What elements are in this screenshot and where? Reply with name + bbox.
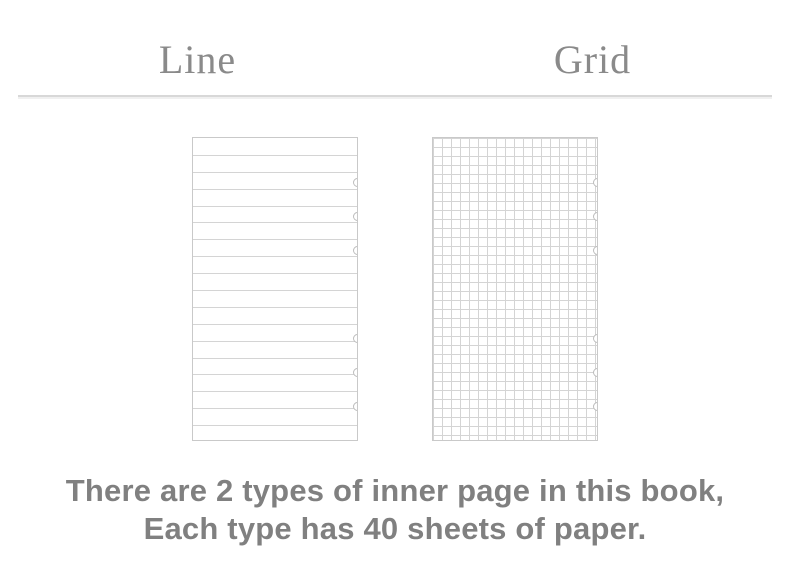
rule-line: [193, 391, 357, 392]
binder-hole-icon: [353, 334, 358, 343]
rule-line: [193, 358, 357, 359]
product-info-card: Line Grid There are 2 types of inner pag…: [0, 0, 790, 576]
caption-line-2: Each type has 40 sheets of paper.: [144, 511, 647, 546]
binder-hole-icon: [353, 246, 358, 255]
binder-hole-icon: [353, 368, 358, 377]
binder-hole-icon: [593, 402, 598, 411]
rule-line: [193, 307, 357, 308]
rule-line: [193, 273, 357, 274]
caption-line-1: There are 2 types of inner page in this …: [66, 473, 724, 508]
binder-hole-icon: [593, 246, 598, 255]
binder-hole-icon: [353, 402, 358, 411]
rule-line: [193, 206, 357, 207]
header-grid: Grid: [395, 36, 790, 83]
rule-line: [193, 425, 357, 426]
rule-line: [193, 189, 357, 190]
divider: [18, 95, 772, 99]
binder-hole-icon: [353, 212, 358, 221]
rule-line: [193, 341, 357, 342]
rule-line: [193, 222, 357, 223]
binder-hole-icon: [593, 334, 598, 343]
illustration-row: [0, 137, 790, 441]
headers-row: Line Grid: [0, 0, 790, 83]
binder-hole-icon: [593, 368, 598, 377]
rule-line: [193, 172, 357, 173]
binder-hole-icon: [353, 178, 358, 187]
caption: There are 2 types of inner page in this …: [0, 472, 790, 548]
binder-hole-icon: [593, 178, 598, 187]
rule-line: [193, 290, 357, 291]
rule-line: [193, 155, 357, 156]
binder-hole-icon: [593, 212, 598, 221]
lined-sheet-illustration: [192, 137, 358, 441]
grid-sheet-illustration: [432, 137, 598, 441]
header-line: Line: [0, 36, 395, 83]
rule-line: [193, 374, 357, 375]
rule-line: [193, 408, 357, 409]
rule-line: [193, 239, 357, 240]
rule-line: [193, 256, 357, 257]
rule-line: [193, 324, 357, 325]
